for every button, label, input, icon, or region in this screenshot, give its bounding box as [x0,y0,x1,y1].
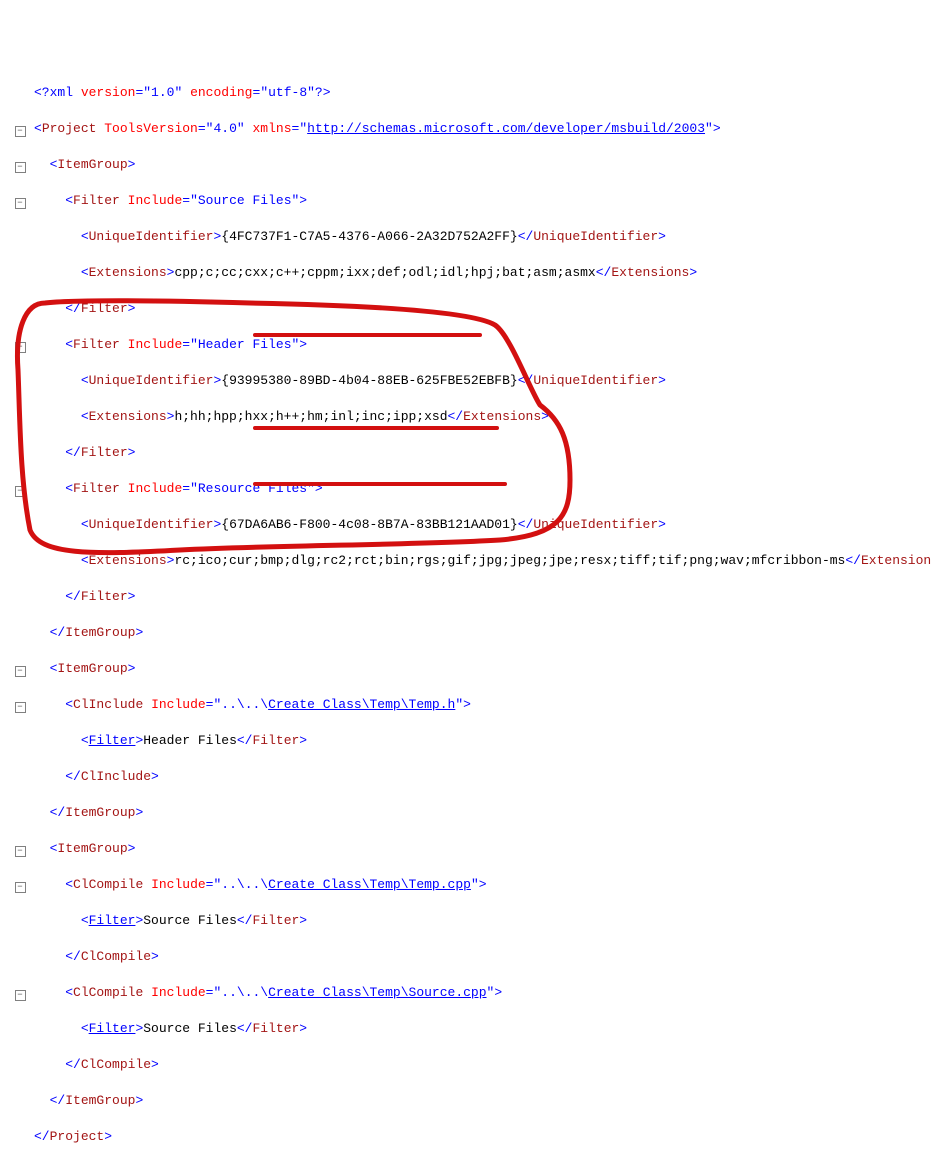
fold-toggle[interactable]: − [15,162,26,173]
xml-name: xml [50,85,73,100]
xmlns-link[interactable]: http://schemas.microsoft.com/developer/m… [307,121,705,136]
encoding-val: "utf-8" [260,85,315,100]
version-attr: version [81,85,136,100]
fold-toggle[interactable]: − [15,702,26,713]
fold-toggle[interactable]: − [15,126,26,137]
encoding-attr: encoding [190,85,252,100]
fold-toggle[interactable]: − [15,486,26,497]
fold-toggle[interactable]: − [15,990,26,1001]
xml-editor[interactable]: <?xml version="1.0" encoding="utf-8"?> −… [0,60,943,1164]
version-val: "1.0" [143,85,182,100]
path-link[interactable]: Create_Class\Temp\Temp.cpp [268,877,471,892]
fold-toggle[interactable]: − [15,342,26,353]
fold-toggle[interactable]: − [15,666,26,677]
path-link[interactable]: Create_Class\Temp\Temp.h [268,697,455,712]
project-tag: Project [42,121,97,136]
fold-toggle[interactable]: − [15,846,26,857]
fold-toggle[interactable]: − [15,198,26,209]
path-link[interactable]: Create_Class\Temp\Source.cpp [268,985,486,1000]
fold-toggle[interactable]: − [15,882,26,893]
xml-pi-open: <? [34,85,50,100]
xml-pi-close: ?> [315,85,331,100]
